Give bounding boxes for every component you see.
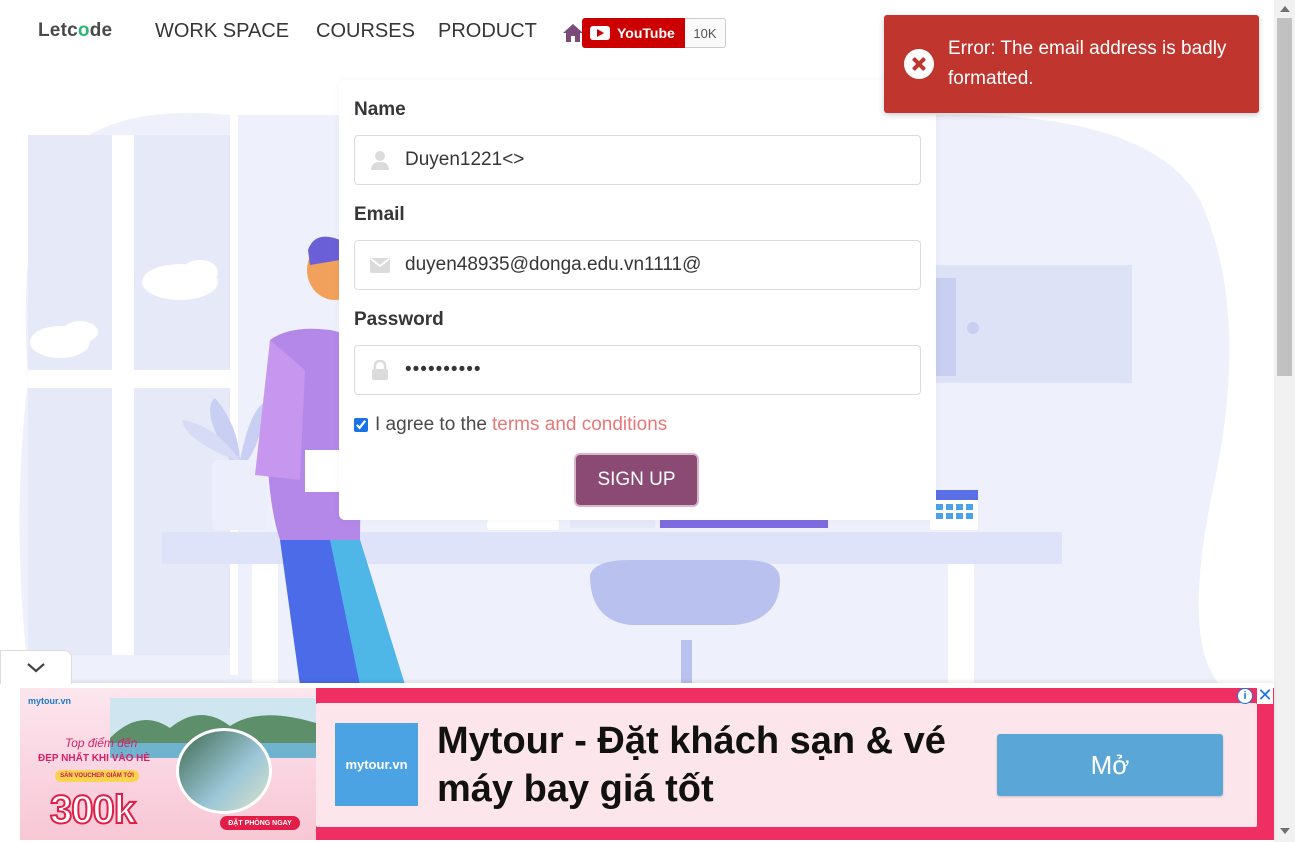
signup-button[interactable]: SIGN UP (574, 453, 699, 507)
youtube-play-icon (590, 26, 610, 40)
agree-text: I agree to the (375, 414, 487, 435)
ad-book-now[interactable]: ĐẶT PHÒNG NGAY (220, 816, 300, 830)
ad-voucher-badge: SĂN VOUCHER GIẢM TỚI (55, 770, 139, 782)
password-field-wrapper (354, 345, 921, 395)
terms-link[interactable]: terms and conditions (492, 414, 667, 436)
ad-tagline-2: ĐẸP NHẤT KHI VÀO HÈ (38, 753, 151, 764)
youtube-label: YouTube (617, 25, 675, 41)
email-input[interactable] (405, 254, 905, 276)
youtube-subscriber-count: 10K (685, 18, 726, 48)
lock-icon (355, 346, 405, 394)
error-circle-icon (904, 49, 934, 79)
ad-headline[interactable]: Mytour - Đặt khách sạn & vé máy bay giá … (437, 717, 977, 813)
email-field-wrapper (354, 240, 921, 290)
name-label: Name (354, 99, 406, 120)
mytour-logo[interactable]: mytour.vn (335, 723, 418, 806)
ad-close-icon[interactable]: ✕ (1257, 685, 1273, 705)
password-input[interactable] (405, 359, 905, 381)
nav-link-workspace[interactable]: WORK SPACE (155, 20, 289, 43)
page-scrollbar[interactable] (1274, 0, 1295, 842)
ad-travel-photo (176, 728, 272, 814)
nav-link-product[interactable]: PRODUCT (438, 20, 537, 43)
error-toast-message: Error: The email address is badly format… (948, 38, 1227, 89)
mytour-ad[interactable]: mytour.vn Top điểm đến ĐẸP NHẤT KHI VÀO … (20, 688, 1274, 840)
terms-agreement: I agree to the terms and conditions (354, 414, 667, 436)
scroll-down-arrow-icon[interactable] (1280, 828, 1290, 834)
agree-checkbox[interactable] (354, 418, 368, 432)
ad-discount-amount: 300k (49, 787, 137, 833)
logo-text-prefix: Letc (38, 20, 78, 41)
error-toast[interactable]: Error: The email address is badly format… (884, 15, 1259, 113)
scrollbar-thumb[interactable] (1277, 18, 1292, 376)
name-field-wrapper (354, 135, 921, 185)
letcode-logo[interactable]: Letcode (38, 20, 112, 42)
password-label: Password (354, 309, 444, 330)
ad-tagline-1: Top điểm đến (65, 736, 138, 750)
youtube-subscribe-button[interactable]: YouTube (582, 18, 685, 48)
ad-open-button[interactable]: Mở (997, 734, 1223, 796)
chevron-down-icon (27, 662, 45, 672)
name-input[interactable] (405, 149, 905, 171)
home-icon[interactable] (562, 22, 584, 44)
user-icon (355, 136, 405, 184)
ad-collapse-button[interactable] (0, 650, 72, 684)
ad-promo-banner[interactable]: mytour.vn Top điểm đến ĐẸP NHẤT KHI VÀO … (20, 688, 316, 840)
logo-text-o: o (77, 20, 90, 41)
nav-link-courses[interactable]: COURSES (316, 20, 415, 43)
ad-content-panel: mytour.vn Mytour - Đặt khách sạn & vé má… (316, 703, 1257, 827)
scroll-up-arrow-icon[interactable] (1280, 6, 1290, 12)
ad-info-icon[interactable]: i (1237, 688, 1253, 704)
signup-form: Name Email Password I agree to the terms… (339, 80, 936, 520)
envelope-icon (355, 241, 405, 289)
ad-brand-small: mytour.vn (28, 696, 72, 706)
email-label: Email (354, 204, 405, 225)
logo-text-suffix: de (89, 20, 113, 41)
